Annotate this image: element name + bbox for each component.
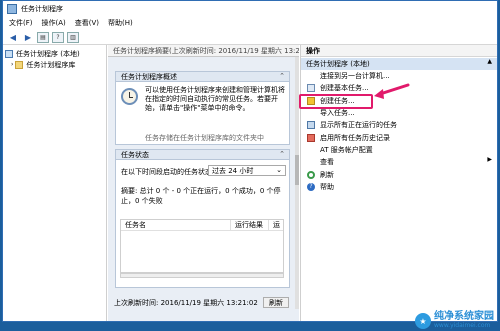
- action-show-running[interactable]: 显示所有正在运行的任务: [301, 119, 497, 131]
- chevron-down-icon: ⌄: [276, 166, 282, 174]
- menu-file[interactable]: 文件(F): [9, 18, 33, 28]
- overview-text-cut: 任务存储在任务计划程序库的文件夹中: [145, 134, 264, 142]
- refresh-button[interactable]: 刷新: [263, 297, 289, 308]
- actions-header: 操作: [301, 45, 497, 57]
- menu-help[interactable]: 帮助(H): [108, 18, 133, 28]
- folder-icon: [15, 60, 24, 69]
- tree-item-library[interactable]: › 任务计划程序库: [5, 59, 104, 70]
- action-refresh[interactable]: 刷新: [301, 168, 497, 180]
- action-label: 刷新: [320, 170, 334, 179]
- overview-title: 任务计划程序概述: [121, 72, 177, 81]
- app-window: 任务计划程序 文件(F) 操作(A) 查看(V) 帮助(H) ◀ ▶ ▤ ? ▥…: [2, 0, 498, 322]
- toolbar: ◀ ▶ ▤ ? ▥: [3, 30, 497, 45]
- history-icon: [307, 133, 315, 142]
- collapse-icon[interactable]: ⌃: [279, 72, 285, 80]
- submenu-arrow-icon: ▶: [487, 156, 492, 164]
- action-label: 导入任务...: [320, 109, 355, 118]
- collapse-icon[interactable]: ▲: [487, 58, 492, 65]
- filter-label: 在以下时间段启动的任务状态: [121, 168, 212, 176]
- status-title: 任务状态: [121, 150, 149, 159]
- action-help[interactable]: ? 帮助: [301, 181, 497, 193]
- menu-view[interactable]: 查看(V): [75, 18, 99, 28]
- action-label: 显示所有正在运行的任务: [320, 121, 397, 130]
- clock-icon: [5, 49, 13, 58]
- menu-action[interactable]: 操作(A): [42, 18, 66, 28]
- running-tasks-icon: [307, 121, 315, 130]
- blank-icon: [307, 109, 315, 117]
- collapse-icon[interactable]: ⌃: [279, 150, 285, 158]
- action-label: 查看: [320, 158, 334, 167]
- tree-item-root[interactable]: 任务计划程序 (本地): [5, 48, 104, 59]
- last-refreshed: 上次刷新时间: 2016/11/19 星期六 13:21:02: [114, 298, 258, 307]
- period-select-value: 过去 24 小时: [212, 166, 254, 175]
- status-panel: 在以下时间段启动的任务状态 过去 24 小时 ⌄ 摘要: 总计 0 个 - 0 …: [115, 160, 290, 288]
- table-header: 任务名 运行结果 运: [121, 219, 283, 231]
- action-label: 启用所有任务历史记录: [320, 133, 390, 142]
- action-at-config[interactable]: AT 服务帐户配置: [301, 144, 497, 156]
- overview-panel: 可以使用任务计划程序来创建和管理计算机将在指定的时间自动执行的常见任务。若要开始…: [115, 82, 290, 145]
- action-view[interactable]: 查看 ▶: [301, 156, 497, 168]
- help-icon: ?: [307, 182, 315, 191]
- app-icon: [7, 3, 17, 14]
- actions-section-label: 任务计划程序 (本地): [306, 60, 370, 68]
- action-label: 创建基本任务...: [320, 84, 369, 93]
- action-connect[interactable]: 连接到另一台计算机...: [301, 70, 497, 82]
- help-icon[interactable]: ?: [52, 31, 64, 43]
- console-tree-icon[interactable]: ▤: [37, 31, 49, 43]
- col-run-result[interactable]: 运行结果: [231, 219, 269, 231]
- console-tree: 任务计划程序 (本地) › 任务计划程序库: [3, 45, 107, 321]
- overview-panel-header[interactable]: 任务计划程序概述 ⌃: [115, 71, 290, 82]
- back-icon[interactable]: ◀: [7, 32, 19, 43]
- summary-header: 任务计划程序摘要(上次刷新时间: 2016/11/19 星期六 13:21:02…: [108, 45, 299, 57]
- blank-icon: [307, 72, 315, 80]
- window-title: 任务计划程序: [21, 4, 63, 13]
- action-enable-history[interactable]: 启用所有任务历史记录: [301, 131, 497, 143]
- expand-icon[interactable]: ›: [11, 61, 13, 68]
- action-pane-icon[interactable]: ▥: [67, 31, 79, 43]
- title-bar: 任务计划程序: [3, 1, 497, 16]
- forward-icon[interactable]: ▶: [22, 32, 34, 43]
- summary-pane: 任务计划程序摘要(上次刷新时间: 2016/11/19 星期六 13:21:02…: [108, 45, 299, 321]
- scrollbar-thumb[interactable]: [295, 155, 299, 185]
- watermark-logo-icon: ★: [415, 313, 431, 329]
- watermark-brand: 纯净系统家园: [434, 311, 494, 322]
- watermark-url: www.yidaimei.com: [434, 322, 491, 329]
- menu-bar: 文件(F) 操作(A) 查看(V) 帮助(H): [3, 16, 497, 30]
- actions-section[interactable]: 任务计划程序 (本地) ▲: [301, 58, 497, 70]
- refresh-icon: [307, 170, 315, 179]
- blank-icon: [307, 158, 315, 166]
- status-panel-header[interactable]: 任务状态 ⌃: [115, 149, 290, 160]
- status-summary: 摘要: 总计 0 个 - 0 个正在运行，0 个成功，0 个停止，0 个失败: [121, 187, 281, 205]
- overview-text: 可以使用任务计划程序来创建和管理计算机将在指定的时间自动执行的常见任务。若要开始…: [145, 86, 285, 112]
- col-extra[interactable]: 运: [269, 220, 283, 231]
- annotation-arrow-icon: [374, 83, 410, 99]
- task-status-table: 任务名 运行结果 运: [120, 219, 284, 273]
- summary-footer: 上次刷新时间: 2016/11/19 星期六 13:21:02 刷新: [108, 296, 295, 309]
- scheduler-clock-icon: [121, 88, 138, 105]
- tree-root-label: 任务计划程序 (本地): [16, 49, 80, 58]
- watermark: ★ 纯净系统家园 www.yidaimei.com: [415, 312, 494, 330]
- col-task-name[interactable]: 任务名: [121, 219, 231, 231]
- period-select[interactable]: 过去 24 小时 ⌄: [208, 165, 286, 176]
- table-hscrollbar[interactable]: [120, 273, 284, 278]
- action-label: AT 服务帐户配置: [320, 145, 373, 154]
- highlight-box: [299, 94, 373, 109]
- blank-icon: [307, 146, 315, 154]
- basic-task-icon: [307, 84, 315, 93]
- action-label: 帮助: [320, 182, 334, 191]
- action-label: 连接到另一台计算机...: [320, 72, 390, 81]
- tree-library-label: 任务计划程序库: [26, 60, 76, 69]
